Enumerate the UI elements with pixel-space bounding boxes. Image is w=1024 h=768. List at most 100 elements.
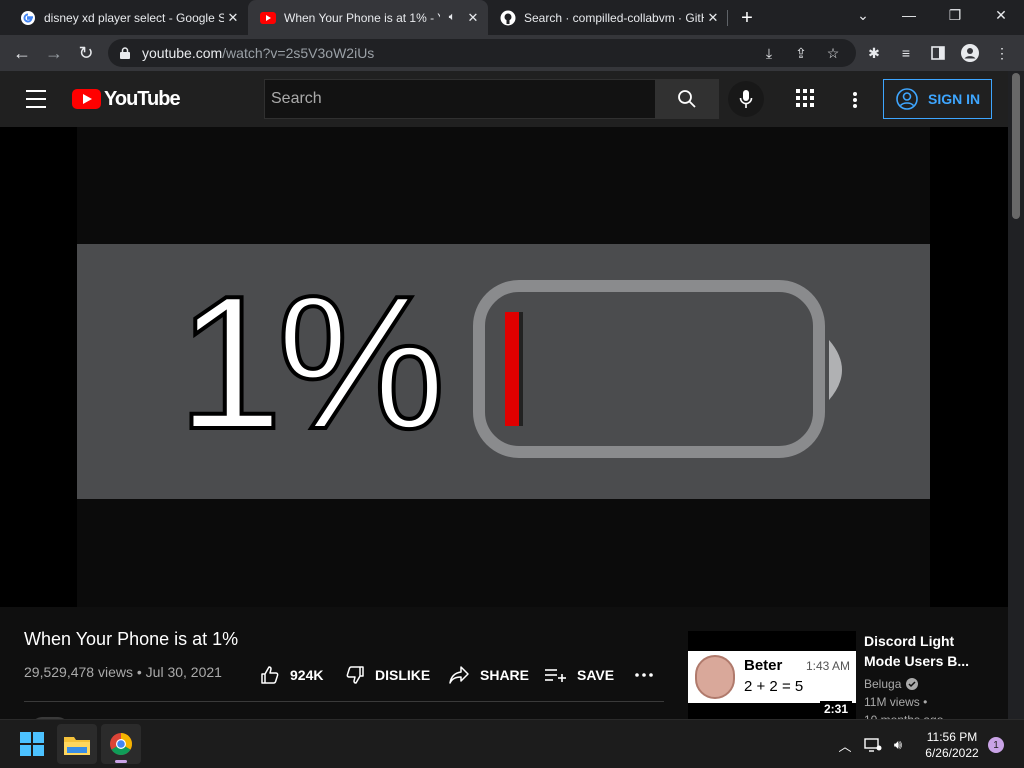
battery-level-fill — [505, 312, 519, 426]
tab-title: Search · compilled-collabvm · GitHub — [524, 10, 704, 25]
recommended-title[interactable]: Discord Light Mode Users B... — [864, 631, 994, 671]
new-tab-button[interactable]: + — [736, 7, 758, 29]
close-window-button[interactable]: ✕ — [978, 0, 1024, 30]
chrome-menu-icon[interactable]: ⋮ — [992, 43, 1012, 63]
apps-grid-icon[interactable] — [796, 89, 818, 111]
battery-icon — [473, 280, 842, 458]
youtube-play-icon — [72, 89, 101, 109]
share-label: SHARE — [480, 667, 530, 683]
microphone-icon — [739, 90, 753, 108]
windows-taskbar: ︿ 🔊︎ 11:56 PM 6/26/2022 1 — [0, 719, 1024, 768]
tab-youtube-video[interactable]: When Your Phone is at 1% - YouTube 🔈︎ ✕ — [248, 0, 488, 35]
like-count: 924K — [290, 667, 324, 683]
share-button[interactable]: SHARE — [448, 664, 529, 686]
extensions-icon[interactable]: ✱ — [864, 43, 884, 63]
github-icon — [500, 10, 516, 26]
recommended-thumbnail[interactable]: Beter 1:43 AM 2 + 2 = 5 2:31 — [688, 631, 856, 719]
close-tab-icon[interactable]: ✕ — [224, 9, 242, 27]
reload-button[interactable]: ↻ — [72, 39, 100, 67]
video-title: When Your Phone is at 1% — [24, 629, 239, 649]
sign-in-label: SIGN IN — [928, 91, 981, 107]
lock-icon[interactable] — [120, 47, 134, 59]
search-button[interactable] — [655, 79, 719, 119]
tab-google-search[interactable]: disney xd player select - Google S ✕ — [8, 0, 248, 35]
thumbnail-message-card: Beter 1:43 AM 2 + 2 = 5 — [688, 651, 856, 703]
minimize-button[interactable]: — — [886, 0, 932, 30]
video-duration: 2:31 — [819, 701, 852, 717]
search-icon — [678, 90, 696, 108]
volume-icon[interactable]: 🔊︎ — [889, 736, 907, 754]
recommended-channel[interactable]: Beluga — [864, 677, 919, 691]
forward-button[interactable]: → — [40, 39, 68, 67]
account-icon — [896, 88, 918, 110]
playlist-add-icon — [545, 667, 567, 683]
thumbnail-face-image — [695, 655, 735, 699]
like-button[interactable]: 924K — [260, 664, 323, 686]
thumbs-up-icon — [260, 665, 280, 685]
more-horizontal-icon — [635, 673, 653, 677]
show-hidden-icons-chevron-icon[interactable]: ︿ — [836, 736, 854, 754]
address-bar[interactable]: youtube.com/watch?v=2s5V3oW2iUs ⤓ ⇪ ☆ — [108, 39, 856, 67]
notification-badge[interactable]: 1 — [988, 737, 1004, 753]
upload-date: Jul 30, 2021 — [145, 664, 222, 680]
menu-icon[interactable] — [26, 90, 46, 108]
youtube-header: YouTube SIGN IN — [0, 71, 1008, 127]
save-button[interactable]: SAVE — [545, 664, 614, 686]
tab-search-icon[interactable]: ⌄ — [840, 0, 886, 30]
video-player[interactable]: 1% — [0, 127, 1008, 607]
dislike-label: DISLIKE — [375, 667, 431, 683]
network-icon[interactable] — [864, 736, 882, 754]
system-clock[interactable]: 11:56 PM 6/26/2022 — [916, 729, 988, 761]
tab-separator — [727, 10, 728, 26]
profile-icon[interactable] — [960, 43, 980, 63]
google-icon — [20, 10, 36, 26]
voice-search-button[interactable] — [728, 81, 764, 117]
page-scrollbar-thumb[interactable] — [1012, 73, 1020, 219]
close-tab-icon[interactable]: ✕ — [464, 9, 482, 27]
search-box — [264, 79, 656, 119]
restore-button[interactable]: ❐ — [932, 0, 978, 30]
back-button[interactable]: ← — [8, 39, 36, 67]
recommended-views: 11M views • — [864, 695, 928, 709]
thumbs-down-icon — [345, 665, 365, 685]
file-explorer-icon[interactable] — [57, 724, 97, 764]
video-meta: 29,529,478 views • Jul 30, 2021 — [24, 664, 222, 680]
more-actions-button[interactable] — [634, 664, 654, 686]
browser-toolbar: ← → ↻ youtube.com/watch?v=2s5V3oW2iUs ⤓ … — [0, 35, 1024, 71]
bookmark-star-icon[interactable]: ☆ — [824, 44, 842, 62]
chrome-app-icon[interactable] — [101, 724, 141, 764]
running-indicator — [115, 760, 127, 763]
share-arrow-icon — [448, 665, 470, 685]
verified-check-icon — [906, 678, 919, 690]
dislike-button[interactable]: DISLIKE — [345, 664, 430, 686]
battery-percent-text: 1% — [175, 257, 448, 469]
recommended-video-item[interactable]: Beter 1:43 AM 2 + 2 = 5 2:31 Discord Lig… — [688, 631, 1008, 721]
logo-wordmark: YouTube — [104, 87, 181, 110]
thumbnail-text: 2 + 2 = 5 — [744, 678, 804, 695]
close-tab-icon[interactable]: ✕ — [704, 9, 722, 27]
tab-title: disney xd player select - Google S — [44, 10, 224, 25]
divider — [24, 701, 664, 702]
youtube-logo[interactable]: YouTube — [72, 87, 181, 111]
speaker-icon[interactable]: 🔈︎ — [444, 10, 460, 26]
save-label: SAVE — [577, 667, 615, 683]
sign-in-button[interactable]: SIGN IN — [883, 79, 992, 119]
url-text: youtube.com/watch?v=2s5V3oW2iUs — [142, 45, 375, 61]
video-content-band: 1% — [77, 244, 930, 499]
media-controls-icon[interactable]: ≡ — [896, 43, 916, 63]
search-input[interactable] — [265, 90, 655, 108]
side-panel-icon[interactable] — [928, 43, 948, 63]
tab-github-search[interactable]: Search · compilled-collabvm · GitHub ✕ — [488, 0, 728, 35]
clock-time: 11:56 PM — [926, 730, 978, 744]
video-frame: 1% — [77, 127, 930, 607]
thumbnail-time: 1:43 AM — [806, 659, 851, 673]
install-icon[interactable]: ⤓ — [760, 44, 778, 62]
settings-more-icon[interactable] — [845, 89, 865, 111]
youtube-icon — [260, 10, 276, 26]
windows-start-icon[interactable] — [12, 724, 52, 764]
share-page-icon[interactable]: ⇪ — [792, 44, 810, 62]
browser-tab-strip: disney xd player select - Google S ✕ Whe… — [0, 0, 1024, 35]
video-info-section: When Your Phone is at 1% 29,529,478 view… — [0, 607, 1008, 727]
tab-title: When Your Phone is at 1% - YouTube — [284, 10, 440, 25]
view-count: 29,529,478 views — [24, 664, 133, 680]
